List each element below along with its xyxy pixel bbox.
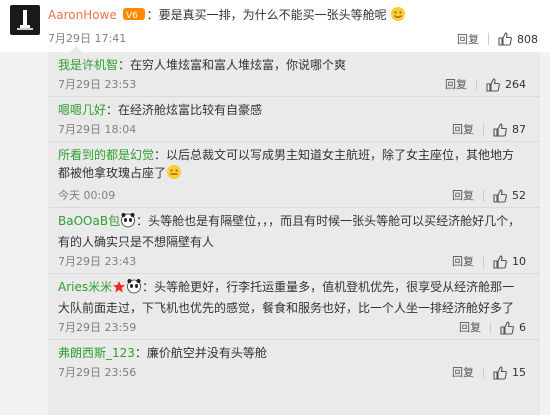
divider xyxy=(483,256,484,268)
like-count: 10 xyxy=(512,255,526,268)
reply-item: BaOOaB包 ：头等舱也是有隔壁位，，，而且有时候一张头等舱可以买经济舱好几个，… xyxy=(48,208,540,274)
reply-item: 弗朗西斯_123：廉价航空并没有头等舱 7月29日 23:56 回复 15 xyxy=(48,340,540,384)
smile-emoji-icon xyxy=(166,164,182,185)
like-count: 264 xyxy=(505,78,526,91)
thumbs-up-icon xyxy=(486,78,500,92)
reply-item: 嗯嗯几好：在经济舱炫富比较有自豪感 7月29日 18:04 回复 87 xyxy=(48,97,540,142)
divider xyxy=(483,367,484,379)
replies-panel: 我是许机智：在穷人堆炫富和富人堆炫富，你说哪个爽 7月29日 23:53 回复 … xyxy=(48,46,540,415)
reply-text: ：在经济舱炫富比较有自豪感 xyxy=(106,103,263,117)
avatar[interactable] xyxy=(10,5,40,35)
reply-username[interactable]: Aries米米 xyxy=(58,280,112,294)
panda-emoji-icon xyxy=(126,278,142,299)
divider xyxy=(476,79,477,91)
reply-time: 7月29日 23:56 xyxy=(58,366,137,379)
star-badge-icon xyxy=(112,280,126,299)
reply-item: 我是许机智：在穷人堆炫富和富人堆炫富，你说哪个爽 7月29日 23:53 回复 … xyxy=(48,52,540,97)
avatar-icon xyxy=(17,10,33,30)
reply-button[interactable]: 回复 xyxy=(452,364,474,382)
divider xyxy=(483,124,484,136)
reply-username[interactable]: 所看到的都是幻觉 xyxy=(58,148,154,162)
divider xyxy=(483,190,484,202)
reply-item: Aries米米 ：头等舱更好，行李托运重量多，值机登机优先，很享受从经济舱那一大队… xyxy=(48,274,540,340)
reply-username[interactable]: 我是许机智 xyxy=(58,58,118,72)
svg-text:V6: V6 xyxy=(126,11,138,21)
main-comment-time: 7月29日 17:41 xyxy=(48,32,127,45)
reply-time: 7月29日 23:43 xyxy=(58,255,137,268)
divider xyxy=(488,33,489,45)
panda-emoji-icon xyxy=(120,212,136,233)
like-button[interactable]: 6 xyxy=(500,319,526,337)
like-count: 6 xyxy=(519,321,526,334)
thumbs-up-icon xyxy=(498,32,512,46)
vip-badge-icon: V6 xyxy=(122,7,145,26)
reply-button[interactable]: 回复 xyxy=(452,253,474,271)
reply-time: 7月29日 23:53 xyxy=(58,78,137,91)
like-count: 15 xyxy=(512,366,526,379)
thumbs-up-icon xyxy=(493,255,507,269)
like-count: 52 xyxy=(512,189,526,202)
like-count: 808 xyxy=(517,32,538,46)
like-button[interactable]: 52 xyxy=(493,187,526,205)
like-button[interactable]: 87 xyxy=(493,121,526,139)
thumbs-up-icon xyxy=(500,321,514,335)
reply-time: 7月29日 18:04 xyxy=(58,123,137,136)
main-comment-text: ：要是真买一排，为什么不能买一张头等舱呢 xyxy=(146,8,387,22)
reply-username[interactable]: BaOOaB包 xyxy=(58,214,120,228)
reply-button[interactable]: 回复 xyxy=(452,121,474,139)
like-button[interactable]: 15 xyxy=(493,364,526,382)
reply-text: ：在穷人堆炫富和富人堆炫富，你说哪个爽 xyxy=(118,58,347,72)
main-comment: AaronHowe V6 ：要是真买一排，为什么不能买一张头等舱呢 7月29日 … xyxy=(0,0,550,52)
reply-button[interactable]: 回复 xyxy=(459,319,481,337)
reply-button[interactable]: 回复 xyxy=(457,31,479,47)
thumbs-up-icon xyxy=(493,123,507,137)
reply-button[interactable]: 回复 xyxy=(452,187,474,205)
reply-username[interactable]: 弗朗西斯_123 xyxy=(58,346,135,360)
like-button[interactable]: 808 xyxy=(498,32,538,46)
reply-time: 7月29日 23:59 xyxy=(58,321,137,334)
reply-text: ：廉价航空并没有头等舱 xyxy=(134,346,267,360)
like-count: 87 xyxy=(512,123,526,136)
smile-emoji-icon xyxy=(390,6,406,27)
divider xyxy=(490,322,491,334)
reply-username[interactable]: 嗯嗯几好 xyxy=(58,103,106,117)
reply-time: 今天 00:09 xyxy=(58,189,116,202)
like-button[interactable]: 10 xyxy=(493,253,526,271)
like-button[interactable]: 264 xyxy=(486,76,526,94)
reply-item: 所看到的都是幻觉：以后总裁文可以写成男主知道女主航班，除了女主座位，其他地方都被… xyxy=(48,142,540,208)
thumbs-up-icon xyxy=(493,366,507,380)
main-username[interactable]: AaronHowe xyxy=(48,8,117,22)
thumbs-up-icon xyxy=(493,189,507,203)
reply-button[interactable]: 回复 xyxy=(445,76,467,94)
